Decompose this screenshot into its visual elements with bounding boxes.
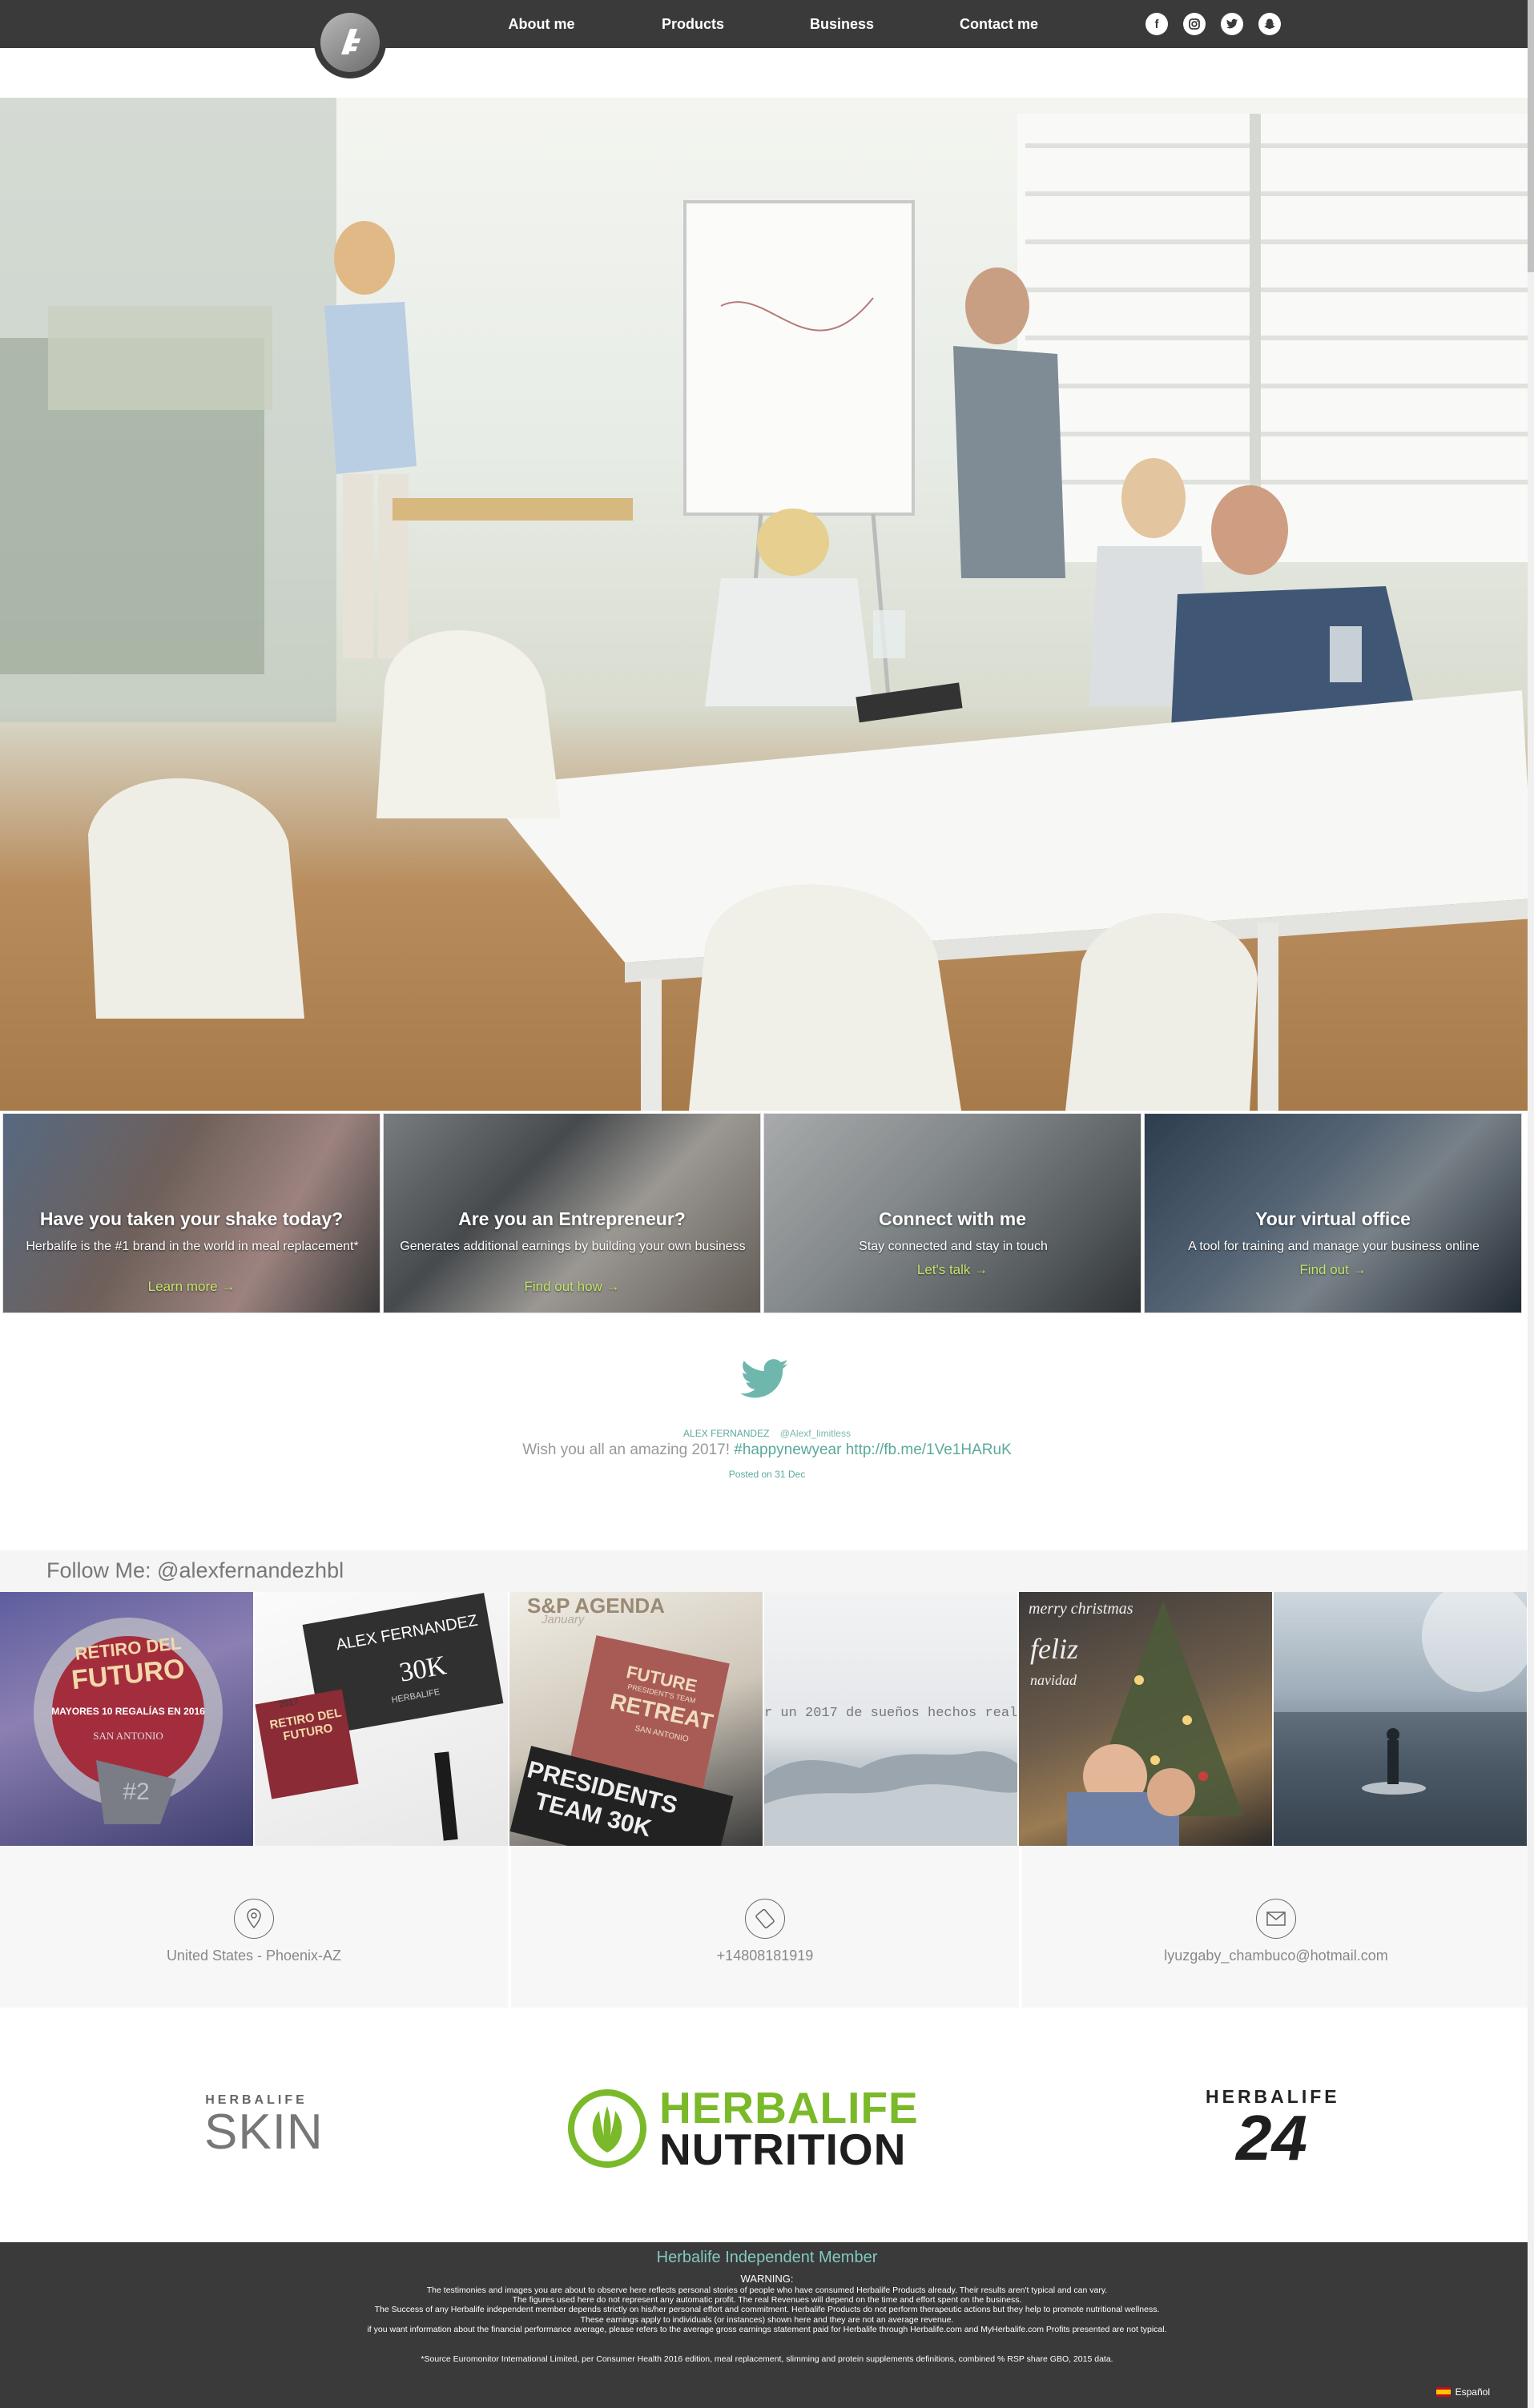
contact-email: lyuzgaby_chambuco@hotmail.com	[1022, 1846, 1532, 2008]
instagram-post[interactable]: ALEX FERNANDEZ 30K RETIRO DEL FUTURO 201…	[255, 1592, 509, 1846]
feature-title: Are you an Entrepreneur?	[458, 1208, 686, 1229]
herbalife-leaf-icon	[568, 2089, 646, 2168]
feature-card-shake[interactable]: Have you taken your shake today? Herbali…	[2, 1113, 380, 1313]
twitter-bird-icon	[740, 1359, 788, 1398]
feature-card-entrepreneur[interactable]: Are you an Entrepreneur? Generates addit…	[383, 1113, 761, 1313]
location-text: United States - Phoenix-AZ	[166, 1948, 342, 1964]
nav-contact-me[interactable]: Contact me	[923, 0, 1075, 48]
tweet-author-name[interactable]: ALEX FERNANDEZ	[683, 1428, 769, 1439]
instagram-post[interactable]: RETIRO DEL FUTURO MAYORES 10 REGALÍAS EN…	[0, 1592, 254, 1846]
feature-card-virtual-office[interactable]: Your virtual office A tool for training …	[1144, 1113, 1522, 1313]
tweet-hashtag-link[interactable]: #happynewyear	[734, 1441, 841, 1458]
instagram-post[interactable]: merry christmas feliz navidad	[1019, 1592, 1273, 1846]
snapchat-icon[interactable]	[1258, 13, 1281, 35]
footer-warning-title: WARNING:	[740, 2273, 794, 2285]
feature-text: Herbalife is the #1 brand in the world i…	[26, 1240, 359, 1253]
herbalife-24-logo[interactable]: HERBALIFE 24	[1206, 2086, 1338, 2170]
feature-text: Generates additional earnings by buildin…	[400, 1240, 746, 1253]
footer-disclaimer: The testimonies and images you are about…	[367, 2285, 1167, 2334]
map-pin-icon	[234, 1899, 274, 1939]
feature-title: Connect with me	[878, 1208, 1026, 1229]
contact-phone: +14808181919	[511, 1846, 1021, 2008]
facebook-icon[interactable]: f	[1145, 13, 1168, 35]
scrollbar-thumb[interactable]	[1528, 0, 1534, 272]
feature-text: Stay connected and stay in touch	[859, 1240, 1048, 1253]
nav-about-me[interactable]: About me	[465, 0, 618, 48]
phone-number[interactable]: +14808181919	[511, 1948, 1019, 1964]
instagram-post[interactable]	[1274, 1592, 1528, 1846]
page-scrollbar[interactable]	[1528, 0, 1534, 2408]
herbalife-skin-logo[interactable]: HERBALIFE SKIN	[204, 2093, 323, 2157]
feature-text: A tool for training and manage your busi…	[1188, 1240, 1480, 1253]
lets-talk-link[interactable]: Let's talk →	[764, 1262, 1141, 1278]
footer-source-note: *Source Euromonitor International Limite…	[421, 2354, 1113, 2364]
nav-products[interactable]: Products	[617, 0, 769, 48]
footer-heading: Herbalife Independent Member	[656, 2249, 878, 2266]
find-out-link[interactable]: Find out →	[1145, 1262, 1521, 1278]
hero-banner-image	[0, 98, 1534, 1111]
tweet-handle[interactable]: @Alexf_limitless	[780, 1428, 851, 1439]
footer: Herbalife Independent Member WARNING: Th…	[0, 2242, 1534, 2408]
follow-me-heading[interactable]: Follow Me: @alexfernandezhbl	[46, 1558, 344, 1583]
email-address[interactable]: lyuzgaby_chambuco@hotmail.com	[1022, 1948, 1530, 1964]
instagram-post[interactable]: S&P AGENDA January FUTURE PRESIDENT'S TE…	[509, 1592, 763, 1846]
tweet-text: Wish you all an amazing 2017! #happynewy…	[522, 1441, 1012, 1458]
tweet-date: Posted on 31 Dec	[728, 1469, 806, 1480]
site-logo[interactable]	[314, 6, 386, 78]
logo-emblem	[320, 13, 380, 72]
tweet-author: ALEX FERNANDEZ @Alexf_limitless	[0, 1428, 1534, 1439]
envelope-icon	[1256, 1899, 1296, 1939]
find-out-how-link[interactable]: Find out how →	[384, 1279, 760, 1295]
contact-location: United States - Phoenix-AZ	[0, 1846, 509, 2008]
herbalife-nutrition-logo[interactable]: HERBALIFE NUTRITION	[567, 2085, 968, 2173]
instagram-follow-bar: Follow Me: @alexfernandezhbl	[0, 1550, 1534, 1592]
instagram-post[interactable]: r un 2017 de sueños hechos realid	[764, 1592, 1018, 1846]
feature-title: Your virtual office	[1255, 1208, 1411, 1229]
spain-flag-icon	[1435, 2387, 1451, 2397]
phone-icon	[745, 1899, 785, 1939]
feature-title: Have you taken your shake today?	[39, 1208, 344, 1229]
instagram-icon[interactable]	[1183, 13, 1206, 35]
logo-mark-icon	[341, 29, 360, 54]
nav-business[interactable]: Business	[766, 0, 918, 48]
twitter-icon[interactable]	[1221, 13, 1243, 35]
feature-card-connect[interactable]: Connect with me Stay connected and stay …	[763, 1113, 1141, 1313]
tweet-url-link[interactable]: http://fb.me/1Ve1HARuK	[846, 1441, 1012, 1458]
language-selector[interactable]: Español	[1435, 2386, 1490, 2398]
learn-more-link[interactable]: Learn more →	[3, 1279, 380, 1295]
